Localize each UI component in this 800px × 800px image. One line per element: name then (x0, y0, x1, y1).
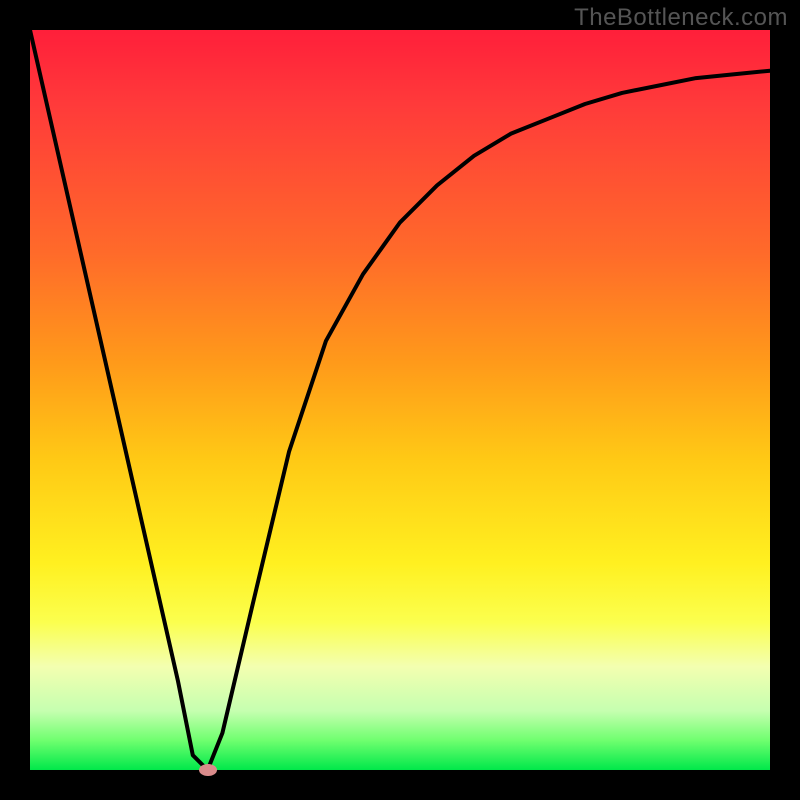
bottleneck-curve (30, 30, 770, 770)
optimal-marker (199, 764, 217, 776)
chart-frame: TheBottleneck.com (0, 0, 800, 800)
curve-svg (30, 30, 770, 770)
watermark-text: TheBottleneck.com (574, 4, 788, 32)
plot-area (30, 30, 770, 770)
